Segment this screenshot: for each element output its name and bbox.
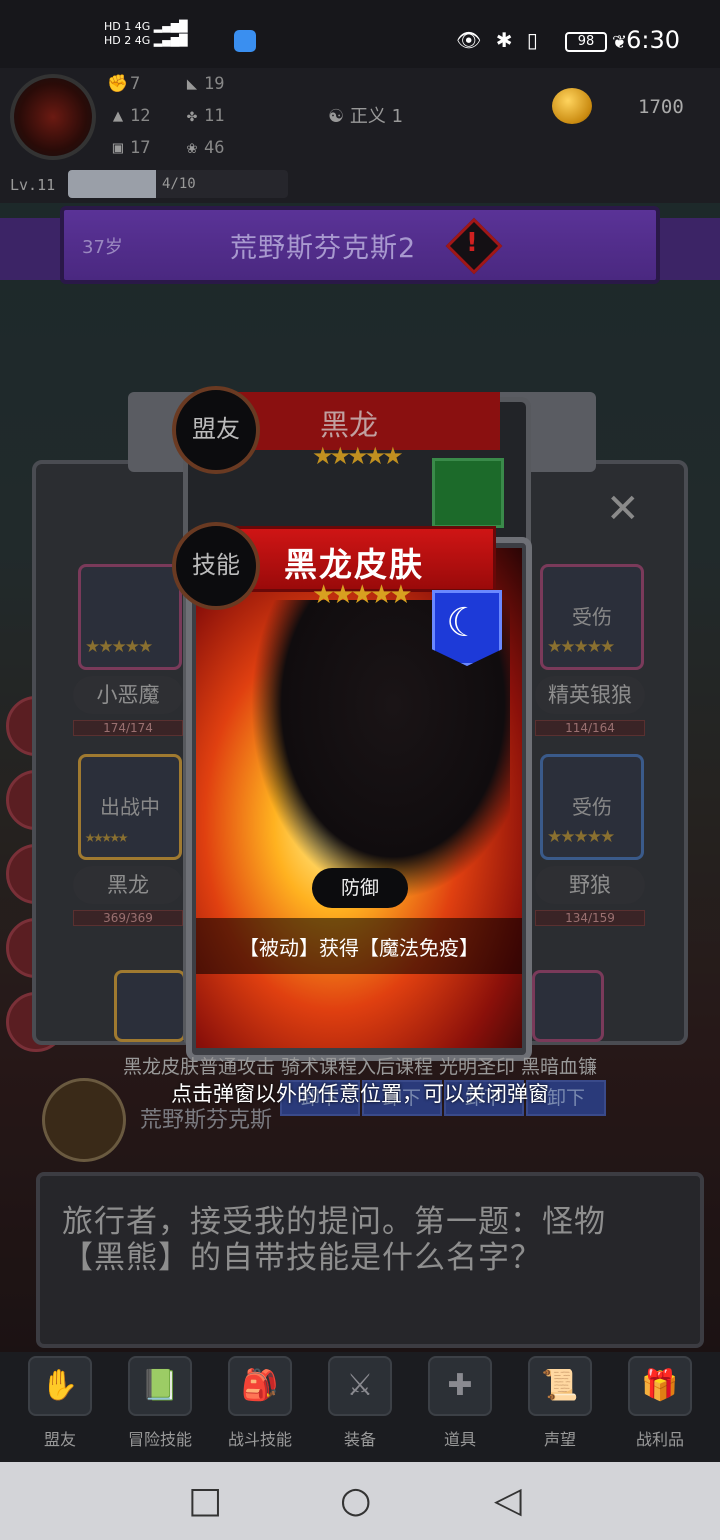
menu-label: 盟友 xyxy=(43,1430,76,1449)
clover-icon: ✤ xyxy=(186,106,198,126)
menu-label: 声望 xyxy=(543,1430,576,1449)
ally-name: 黑龙 xyxy=(73,866,183,904)
slot-status: 受伤 xyxy=(572,605,612,629)
player-avatar[interactable] xyxy=(10,74,96,160)
skill-description: 【被动】获得【魔法免疫】 xyxy=(239,936,479,960)
menu-label: 道具 xyxy=(443,1430,476,1449)
cloud-app-icon xyxy=(234,30,256,52)
stat-spirit: ❀ 46 xyxy=(180,138,225,158)
system-icons: 👁 ✱ ▯ xyxy=(456,28,542,52)
home-button[interactable]: ○ xyxy=(340,1480,371,1521)
menu-items[interactable]: ✚ 道具 xyxy=(420,1356,500,1456)
slot-stars: ★★★★★ xyxy=(85,827,128,847)
gauntlet-icon: ✋ xyxy=(28,1356,92,1416)
menu-allies[interactable]: ✋ 盟友 xyxy=(20,1356,100,1456)
dialog-line-2: 【黑熊】的自带技能是什么名字？ xyxy=(62,1240,542,1276)
fist-icon: ✊ xyxy=(107,74,129,94)
scroll-icon: 📜 xyxy=(528,1356,592,1416)
skill-badge: 技能 xyxy=(172,522,260,610)
stat-magic: ▲ 12 xyxy=(106,106,151,126)
boot-icon: ◣ xyxy=(186,74,198,94)
yin-yang-icon: ☯ xyxy=(328,106,345,127)
close-hint: 点击弹窗以外的任意位置，可以关闭弹窗 xyxy=(171,1082,549,1106)
menu-label: 冒险技能 xyxy=(127,1430,192,1449)
ally-slot-black-dragon[interactable]: 出战中 ★★★★★ xyxy=(78,754,182,860)
skill-card-title: 黑龙皮肤 xyxy=(284,545,424,584)
alert-mark: ! xyxy=(466,228,478,258)
alignment: ☯ 正义 1 xyxy=(328,106,404,127)
skill-type-chip: 防御 xyxy=(312,868,408,908)
stat-agility: ◣ 19 xyxy=(180,74,225,94)
leaf-icon: ❦ xyxy=(612,32,628,53)
ally-hp: 114/164 xyxy=(535,720,645,736)
menu-reputation[interactable]: 📜 声望 xyxy=(520,1356,600,1456)
player-level: Lv.11 xyxy=(10,176,56,194)
stat-luck: ✤ 11 xyxy=(180,106,225,126)
menu-label: 战利品 xyxy=(635,1430,684,1449)
ally-hp: 134/159 xyxy=(535,910,645,926)
ally-slot-wild-wolf[interactable]: 受伤 ★★★★★ xyxy=(540,754,644,860)
recent-apps-button[interactable]: □ xyxy=(188,1480,222,1521)
chest-icon: 🎁 xyxy=(628,1356,692,1416)
menu-combat-skills[interactable]: 🎒 战斗技能 xyxy=(220,1356,300,1456)
moon-icon: ☾ xyxy=(446,600,482,646)
equipped-skills-line: 黑龙皮肤普通攻击 骑术课程入后课程 光明圣印 黑暗血镰 xyxy=(122,1056,598,1078)
slot-status: 出战中 xyxy=(100,795,160,819)
stat-strength: ✊7 xyxy=(107,74,141,94)
menu-adventure-skills[interactable]: 📗 冒险技能 xyxy=(120,1356,200,1456)
gold-amount: 1700 xyxy=(638,96,684,118)
xp-bar-fill xyxy=(68,170,156,198)
clock: 6:30 xyxy=(626,26,680,54)
back-button[interactable]: ◁ xyxy=(494,1480,522,1521)
wizard-hat-icon: ▲ xyxy=(112,106,124,126)
battery-indicator: 98 xyxy=(565,32,607,52)
sim-indicators: HD 1 4G ▂▄▆█ HD 2 4G ▂▄▆█ xyxy=(104,20,188,47)
slot-stars: ★★★★★ xyxy=(547,637,615,657)
menu-equipment[interactable]: ⚔ 装备 xyxy=(320,1356,400,1456)
ally-name: 野狼 xyxy=(535,866,645,904)
bag-icon: ✚ xyxy=(428,1356,492,1416)
ally-slot-imp[interactable]: ★★★★★ xyxy=(78,564,182,670)
location-title: 荒野斯芬克斯2 xyxy=(230,233,417,264)
claw-icon xyxy=(432,458,504,528)
menu-label: 装备 xyxy=(343,1430,376,1449)
skill-card-stars: ★★★★★ xyxy=(312,580,413,610)
swords-icon: ⚔ xyxy=(328,1356,392,1416)
ally-name: 小恶魔 xyxy=(73,676,183,714)
ally-name: 精英银狼 xyxy=(535,676,645,714)
lotus-icon: ❀ xyxy=(186,138,198,158)
slot-stars: ★★★★★ xyxy=(85,637,153,657)
book-icon: 📗 xyxy=(128,1356,192,1416)
ally-hp: 369/369 xyxy=(73,910,183,926)
ally-slot-elite-silver-wolf[interactable]: 受伤 ★★★★★ xyxy=(540,564,644,670)
slot-status: 受伤 xyxy=(572,795,612,819)
backpack-icon: 🎒 xyxy=(228,1356,292,1416)
close-icon[interactable]: ✕ xyxy=(606,486,640,532)
stat-defense: ▣ 17 xyxy=(106,138,151,158)
gold-coin-icon xyxy=(552,88,592,124)
ally-card-stars: ★★★★★ xyxy=(312,442,404,470)
ally-hp: 174/174 xyxy=(73,720,183,736)
menu-loot[interactable]: 🎁 战利品 xyxy=(620,1356,700,1456)
slot-stars: ★★★★★ xyxy=(547,827,615,847)
menu-label: 战斗技能 xyxy=(227,1430,292,1449)
player-age: 37岁 xyxy=(82,237,123,258)
ally-badge: 盟友 xyxy=(172,386,260,474)
xp-text: 4/10 xyxy=(162,176,196,192)
skill-slot-dragon-skin[interactable] xyxy=(114,970,186,1042)
armor-icon: ▣ xyxy=(112,138,124,158)
ally-card-title: 黑龙 xyxy=(320,408,379,442)
skill-slot-dark-scythe[interactable] xyxy=(532,970,604,1042)
